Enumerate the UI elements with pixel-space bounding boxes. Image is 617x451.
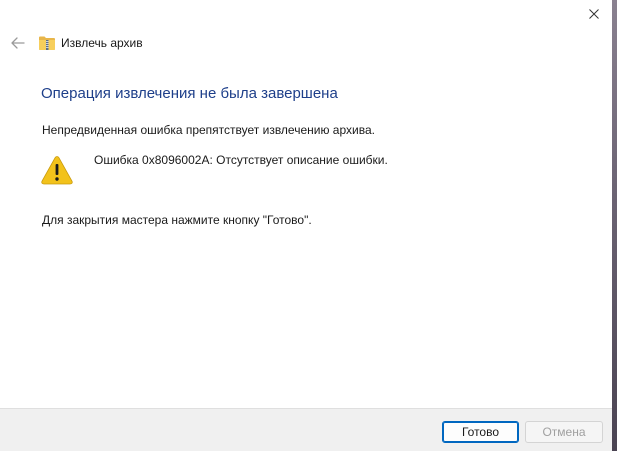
done-button[interactable]: Готово [442,421,519,443]
zip-folder-icon [39,36,55,50]
back-button[interactable] [8,34,28,52]
extract-wizard-window: Извлечь архив Операция извлечения не был… [0,0,612,451]
finish-hint: Для закрытия мастера нажмите кнопку "Гот… [42,213,312,227]
error-message: Непредвиденная ошибка препятствует извле… [42,123,375,137]
close-icon [589,9,599,19]
cancel-button[interactable]: Отмена [525,421,603,443]
warning-icon [41,156,73,185]
close-button[interactable] [576,0,612,28]
back-arrow-icon [11,37,25,49]
window-title: Извлечь архив [61,36,143,50]
error-code-text: Ошибка 0x8096002A: Отсутствует описание … [94,153,388,167]
wizard-footer: Готово Отмена [0,408,612,451]
page-heading: Операция извлечения не была завершена [41,85,338,102]
background-edge [612,0,617,451]
